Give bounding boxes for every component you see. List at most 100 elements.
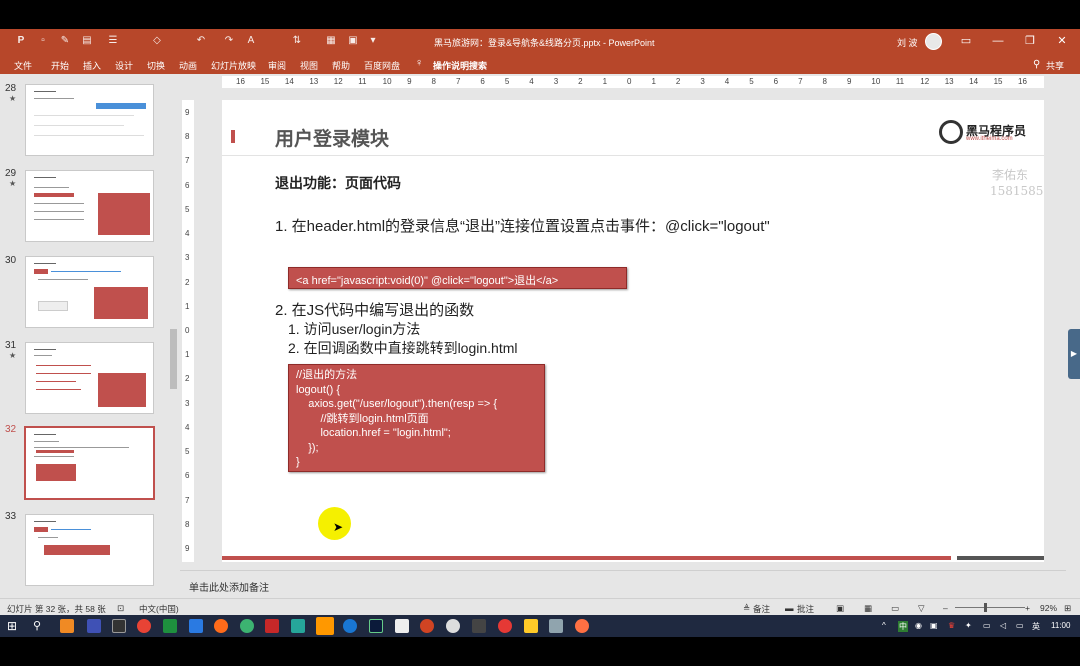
- slide-sorter-icon[interactable]: ▦: [864, 603, 872, 614]
- app-icon[interactable]: [446, 619, 460, 633]
- step-2b-text[interactable]: 2. 在回调函数中直接跳转到login.html: [288, 338, 517, 358]
- notepad-icon[interactable]: [395, 619, 409, 633]
- tray-app-icon[interactable]: ▣: [930, 621, 938, 630]
- share-button[interactable]: 共享: [1046, 59, 1064, 72]
- app-icon[interactable]: [240, 619, 254, 633]
- volume-icon[interactable]: ◁: [1000, 621, 1006, 630]
- step-2a-text[interactable]: 1. 访问user/login方法: [288, 319, 420, 339]
- language-indicator[interactable]: 中文(中国): [139, 603, 179, 615]
- close-button[interactable]: ✕: [1054, 34, 1070, 48]
- slide-thumbnail-33[interactable]: [25, 514, 154, 586]
- step-1-text[interactable]: 1. 在header.html的登录信息“退出”连接位置设置点击事件：@clic…: [275, 215, 770, 236]
- tab-insert[interactable]: 插入: [83, 59, 101, 72]
- step-2-text[interactable]: 2. 在JS代码中编写退出的函数: [275, 299, 474, 320]
- tell-me-search[interactable]: 操作说明搜索: [433, 59, 487, 72]
- font-size-icon[interactable]: A: [244, 34, 258, 48]
- app-icon[interactable]: [291, 619, 305, 633]
- zoom-level[interactable]: 92%: [1040, 603, 1057, 613]
- network-icon[interactable]: ▭: [983, 621, 991, 630]
- file-explorer-icon[interactable]: [524, 619, 538, 633]
- redo-icon[interactable]: ↷: [222, 34, 236, 48]
- ribbon-display-icon[interactable]: ▭: [958, 34, 974, 48]
- tray-expand-icon[interactable]: ^: [882, 621, 886, 630]
- slide-thumbnail-31[interactable]: [25, 342, 154, 414]
- clock[interactable]: 11:00: [1051, 621, 1070, 630]
- expand-panel-icon[interactable]: ▶: [1068, 329, 1080, 379]
- active-app-icon[interactable]: [316, 617, 334, 635]
- shapes-icon[interactable]: ◇: [150, 34, 164, 48]
- app-icon[interactable]: [498, 619, 512, 633]
- slide-thumbnail-30[interactable]: [25, 256, 154, 328]
- zoom-slider[interactable]: [955, 607, 1025, 608]
- chrome-icon[interactable]: [137, 619, 151, 633]
- tab-baidu-netdisk[interactable]: 百度网盘: [364, 59, 400, 72]
- windows-start-icon[interactable]: ⊞: [7, 619, 21, 633]
- app-icon[interactable]: [265, 619, 279, 633]
- search-icon[interactable]: ⚲: [33, 619, 47, 633]
- code-block-js[interactable]: //退出的方法 logout() { axios.get("/user/logo…: [288, 364, 545, 472]
- fit-slide-icon[interactable]: ⊞: [1064, 603, 1071, 614]
- app-icon[interactable]: [60, 619, 74, 633]
- code-block-html[interactable]: <a href="javascript:void(0)" @click="log…: [288, 267, 627, 289]
- undo-icon[interactable]: ↶: [194, 34, 208, 48]
- slide-thumbnail-32[interactable]: [24, 426, 155, 500]
- format-painter-icon[interactable]: ✎: [58, 34, 72, 48]
- firefox-icon[interactable]: [214, 619, 228, 633]
- scrollbar-thumb[interactable]: [170, 329, 177, 389]
- slide-thumbnail-29[interactable]: [25, 170, 154, 242]
- ime-icon[interactable]: 中: [898, 621, 908, 632]
- slide-subtitle[interactable]: 退出功能：页面代码: [275, 173, 401, 193]
- maximize-button[interactable]: ❐: [1022, 34, 1038, 48]
- tab-file[interactable]: 文件: [14, 59, 32, 72]
- tab-home[interactable]: 开始: [51, 59, 69, 72]
- battery-icon[interactable]: ▭: [1016, 621, 1024, 630]
- tab-help[interactable]: 帮助: [332, 59, 350, 72]
- zoom-out-icon[interactable]: –: [943, 603, 948, 613]
- minimize-button[interactable]: —: [990, 34, 1006, 48]
- bullets-icon[interactable]: ☰: [106, 34, 120, 48]
- slide-scrollbar[interactable]: ▶: [1066, 74, 1080, 598]
- tray-app-icon[interactable]: ♛: [948, 621, 955, 630]
- save-icon[interactable]: ▫: [36, 34, 50, 48]
- tab-view[interactable]: 视图: [300, 59, 318, 72]
- notes-button[interactable]: 备注: [753, 603, 770, 615]
- picture-icon[interactable]: ▣: [346, 34, 360, 48]
- tab-design[interactable]: 设计: [115, 59, 133, 72]
- tray-app-icon[interactable]: ◉: [915, 621, 922, 630]
- user-name[interactable]: 刘 波: [897, 36, 918, 49]
- tab-slideshow[interactable]: 幻灯片放映: [211, 59, 256, 72]
- slideshow-icon[interactable]: ▽: [918, 603, 925, 614]
- share-icon[interactable]: ⚲: [1033, 59, 1040, 70]
- tab-review[interactable]: 审阅: [268, 59, 286, 72]
- reading-view-icon[interactable]: ▭: [891, 603, 899, 614]
- app-icon[interactable]: [163, 619, 177, 633]
- app-icon[interactable]: [189, 619, 203, 633]
- tab-transitions[interactable]: 切换: [147, 59, 165, 72]
- app-icon[interactable]: [472, 619, 486, 633]
- app-icon[interactable]: [87, 619, 101, 633]
- layout-icon[interactable]: ▤: [80, 34, 94, 48]
- terminal-icon[interactable]: [112, 619, 126, 633]
- slide-canvas[interactable]: 用户登录模块 黑马程序员 www.itheima.com 退出功能：页面代码 李…: [222, 100, 1044, 562]
- app-icon[interactable]: [343, 619, 357, 633]
- app-icon[interactable]: [549, 619, 563, 633]
- app-icon[interactable]: [575, 619, 589, 633]
- language-icon[interactable]: 英: [1032, 621, 1040, 632]
- text-direction-icon[interactable]: ⇅: [290, 34, 304, 48]
- slide-thumbnail-28[interactable]: [25, 84, 154, 156]
- customize-toolbar-icon[interactable]: ▾: [366, 34, 380, 48]
- zoom-in-icon[interactable]: +: [1025, 603, 1030, 613]
- powerpoint-icon[interactable]: [420, 619, 434, 633]
- thumbnail-scrollbar[interactable]: [169, 74, 178, 598]
- zoom-slider-thumb[interactable]: [984, 603, 987, 612]
- table-icon[interactable]: ▦: [324, 34, 338, 48]
- spellcheck-icon[interactable]: ⊡: [117, 603, 124, 614]
- tray-app-icon[interactable]: ✦: [965, 621, 972, 630]
- normal-view-icon[interactable]: ▣: [836, 603, 844, 614]
- tab-animations[interactable]: 动画: [179, 59, 197, 72]
- notes-pane[interactable]: 单击此处添加备注: [180, 570, 1066, 598]
- ide-icon[interactable]: [369, 619, 383, 633]
- slide-title[interactable]: 用户登录模块: [275, 124, 389, 151]
- user-avatar-icon[interactable]: [925, 33, 942, 50]
- notes-placeholder[interactable]: 单击此处添加备注: [189, 579, 269, 594]
